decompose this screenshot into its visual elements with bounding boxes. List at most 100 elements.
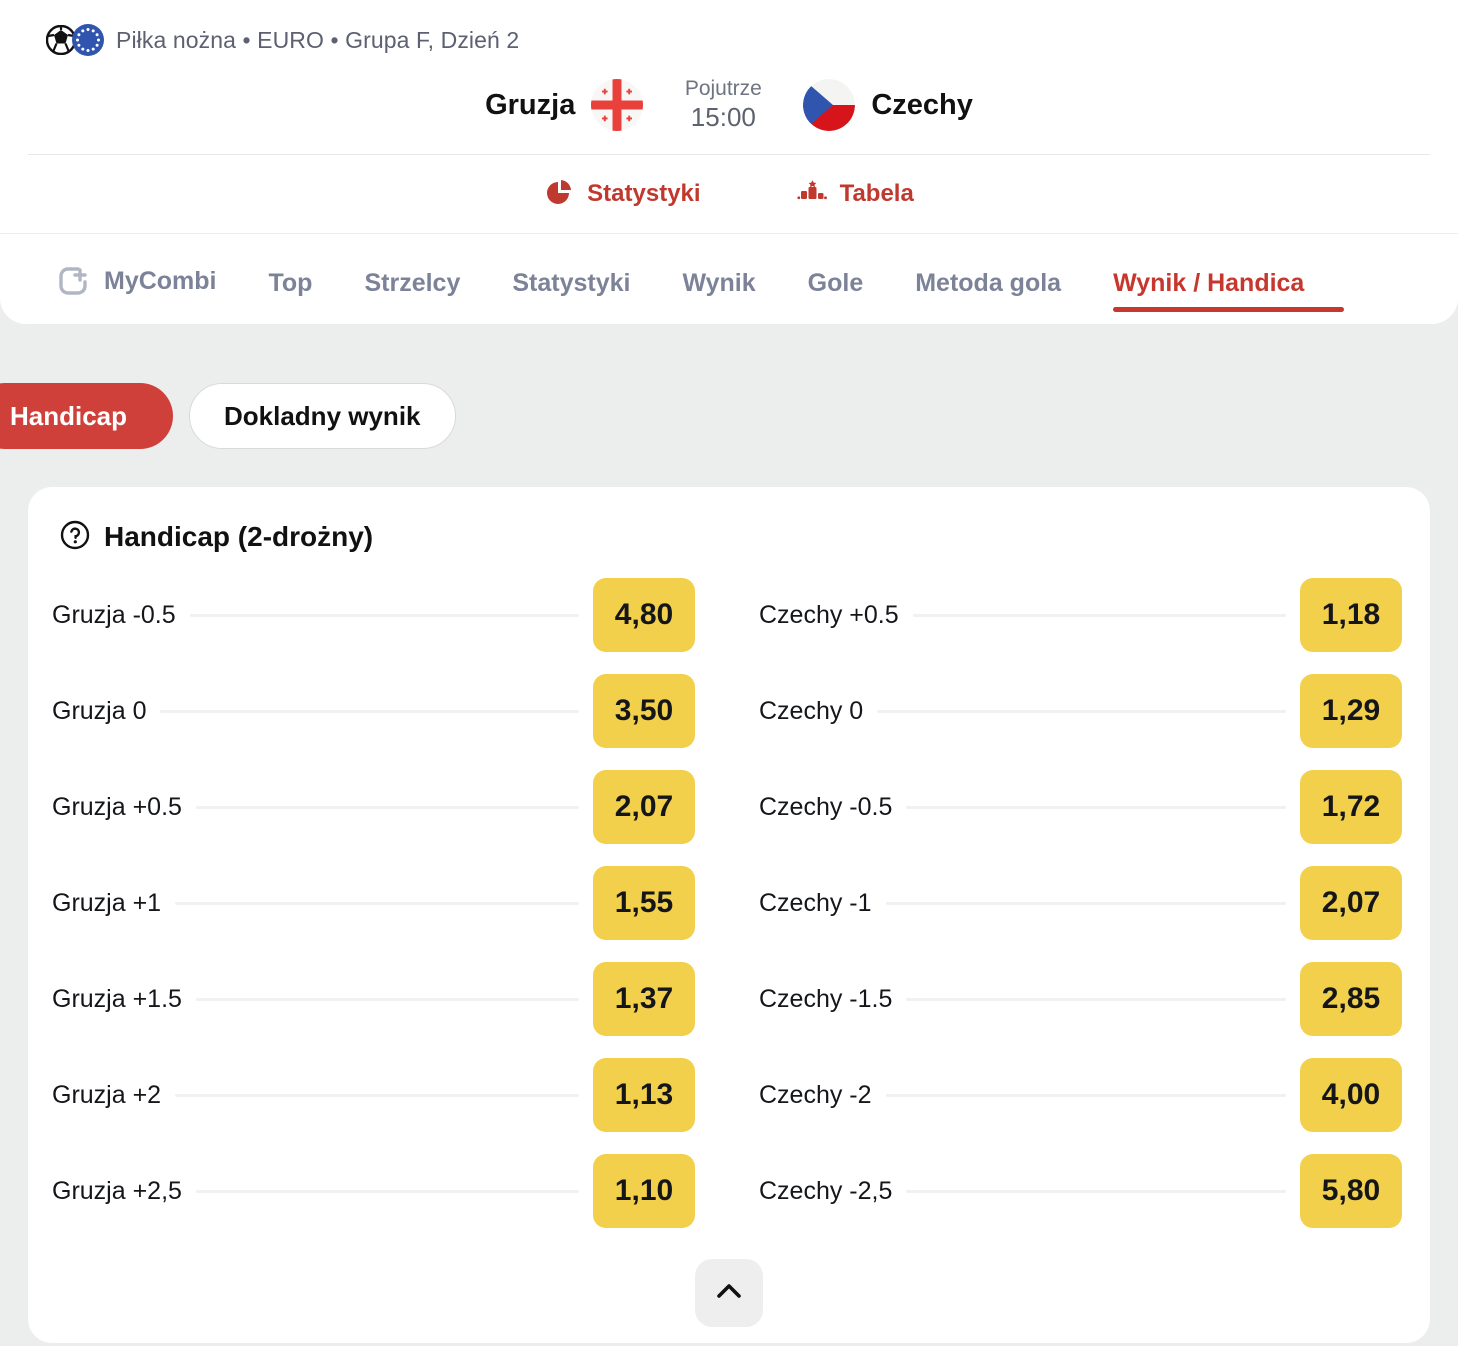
tab-mycombi-label: MyCombi bbox=[104, 266, 217, 295]
odds-leader-line bbox=[195, 1189, 579, 1193]
odds-value-button[interactable]: 4,00 bbox=[1300, 1058, 1402, 1132]
odds-label: Czechy -1.5 bbox=[759, 984, 893, 1013]
odds-label: Czechy -2,5 bbox=[759, 1176, 893, 1205]
odds-row[interactable]: Gruzja -0.5 4,80 bbox=[52, 567, 695, 663]
pie-chart-icon bbox=[544, 177, 574, 212]
odds-leader-line bbox=[195, 997, 579, 1001]
odds-row[interactable]: Czechy -2,5 5,80 bbox=[759, 1143, 1402, 1239]
odds-value-button[interactable]: 1,29 bbox=[1300, 674, 1402, 748]
kickoff-info: Pojutrze 15:00 bbox=[665, 77, 781, 132]
filter-pill-handicap[interactable]: Handicap bbox=[0, 383, 173, 449]
odds-value-button[interactable]: 2,85 bbox=[1300, 962, 1402, 1036]
odds-label: Czechy -1 bbox=[759, 888, 872, 917]
odds-label: Czechy 0 bbox=[759, 696, 864, 725]
match-summary[interactable]: Gruzja Pojutrze 15:00 Czechy bbox=[0, 56, 1458, 148]
odds-value-button[interactable]: 2,07 bbox=[1300, 866, 1402, 940]
match-header-card: Piłka nożna • EURO • Grupa F, Dzień 2 Gr… bbox=[0, 0, 1458, 324]
odds-value-button[interactable]: 4,80 bbox=[593, 578, 695, 652]
tab-statystyki-label: Statystyki bbox=[512, 269, 631, 297]
odds-row[interactable]: Czechy -1 2,07 bbox=[759, 855, 1402, 951]
tab-gole-label: Gole bbox=[807, 269, 864, 297]
odds-row[interactable]: Czechy -0.5 1,72 bbox=[759, 759, 1402, 855]
odds-row[interactable]: Czechy 0 1,29 bbox=[759, 663, 1402, 759]
statistics-link[interactable]: Statystyki bbox=[544, 177, 701, 212]
odds-value-button[interactable]: 1,37 bbox=[593, 962, 695, 1036]
odds-leader-line bbox=[195, 805, 579, 809]
odds-row[interactable]: Czechy -2 4,00 bbox=[759, 1047, 1402, 1143]
collapse-area bbox=[28, 1259, 1430, 1327]
odds-value-button[interactable]: 1,13 bbox=[593, 1058, 695, 1132]
georgia-flag-icon bbox=[591, 79, 644, 131]
odds-row[interactable]: Gruzja +1 1,55 bbox=[52, 855, 695, 951]
odds-label: Gruzja -0.5 bbox=[52, 600, 176, 629]
odds-row[interactable]: Gruzja +0.5 2,07 bbox=[52, 759, 695, 855]
odds-value-button[interactable]: 1,18 bbox=[1300, 578, 1402, 652]
odds-row[interactable]: Gruzja +1.5 1,37 bbox=[52, 951, 695, 1047]
market-filter-pills: Handicap Dokladny wynik bbox=[0, 383, 456, 449]
table-link-label: Tabela bbox=[839, 180, 914, 207]
odds-label: Gruzja +1.5 bbox=[52, 984, 182, 1013]
odds-leader-line bbox=[877, 709, 1286, 713]
filter-pill-dokladny-wynik-label: Dokladny wynik bbox=[224, 400, 421, 431]
odds-leader-line bbox=[885, 1093, 1286, 1097]
table-link[interactable]: Tabela bbox=[797, 177, 914, 212]
czechia-flag-icon bbox=[803, 79, 856, 131]
odds-row[interactable]: Gruzja +2 1,13 bbox=[52, 1047, 695, 1143]
tab-wynik-label: Wynik bbox=[682, 269, 756, 297]
tab-wynik-handicap-label: Wynik / Handica bbox=[1113, 269, 1305, 297]
odds-label: Czechy +0.5 bbox=[759, 600, 899, 629]
odds-leader-line bbox=[885, 901, 1286, 905]
tab-wynik[interactable]: Wynik bbox=[682, 269, 755, 324]
odds-leader-line bbox=[175, 901, 579, 905]
statistics-link-label: Statystyki bbox=[587, 180, 701, 207]
tab-wynik-handicap[interactable]: Wynik / Handica bbox=[1113, 269, 1345, 324]
collapse-market-button[interactable] bbox=[695, 1259, 763, 1327]
odds-label: Gruzja 0 bbox=[52, 696, 147, 725]
filter-pill-handicap-label: Handicap bbox=[9, 400, 128, 431]
kickoff-day: Pojutrze bbox=[684, 77, 762, 101]
tab-top[interactable]: Top bbox=[269, 269, 313, 324]
question-circle-icon[interactable] bbox=[60, 520, 90, 555]
odds-label: Gruzja +1 bbox=[52, 888, 162, 917]
odds-row[interactable]: Gruzja +2,5 1,10 bbox=[52, 1143, 695, 1239]
odds-leader-line bbox=[189, 613, 579, 617]
tab-statystyki[interactable]: Statystyki bbox=[512, 269, 630, 324]
home-team-name: Gruzja bbox=[485, 88, 576, 121]
filter-pill-dokladny-wynik[interactable]: Dokladny wynik bbox=[189, 383, 456, 449]
mycombi-add-icon bbox=[56, 264, 90, 298]
tab-top-label: Top bbox=[268, 269, 313, 297]
odds-value-button[interactable]: 1,72 bbox=[1300, 770, 1402, 844]
odds-leader-line bbox=[906, 997, 1286, 1001]
odds-value-button[interactable]: 1,55 bbox=[593, 866, 695, 940]
odds-value-button[interactable]: 5,80 bbox=[1300, 1154, 1402, 1228]
odds-row[interactable]: Czechy -1.5 2,85 bbox=[759, 951, 1402, 1047]
breadcrumb-label: Piłka nożna • EURO • Grupa F, Dzień 2 bbox=[116, 26, 520, 53]
odds-leader-line bbox=[175, 1093, 579, 1097]
tab-strzelcy-label: Strzelcy bbox=[364, 269, 461, 297]
odds-leader-line bbox=[906, 805, 1286, 809]
odds-leader-line bbox=[912, 613, 1286, 617]
tab-metoda-gola-label: Metoda gola bbox=[915, 269, 1062, 297]
odds-value-button[interactable]: 3,50 bbox=[593, 674, 695, 748]
tab-mycombi[interactable]: MyCombi bbox=[56, 264, 217, 324]
odds-leader-line bbox=[160, 709, 579, 713]
sub-actions-bar: Statystyki Tabela bbox=[0, 155, 1458, 233]
odds-label: Czechy -2 bbox=[759, 1080, 872, 1109]
market-title-label: Handicap (2-drożny) bbox=[104, 521, 374, 552]
chevron-up-icon bbox=[712, 1275, 746, 1312]
odds-row[interactable]: Gruzja 0 3,50 bbox=[52, 663, 695, 759]
handicap-market-card: Handicap (2-drożny) Gruzja -0.5 4,80 Cze… bbox=[28, 487, 1430, 1343]
tab-gole[interactable]: Gole bbox=[808, 269, 864, 324]
euro-stars-icon bbox=[72, 24, 104, 61]
tab-strzelcy[interactable]: Strzelcy bbox=[364, 269, 460, 324]
breadcrumb-icons bbox=[45, 24, 106, 56]
odds-row[interactable]: Czechy +0.5 1,18 bbox=[759, 567, 1402, 663]
odds-value-button[interactable]: 2,07 bbox=[593, 770, 695, 844]
handicap-odds-grid: Gruzja -0.5 4,80 Czechy +0.5 1,18 Gruzja… bbox=[28, 561, 1430, 1239]
odds-value-button[interactable]: 1,10 bbox=[593, 1154, 695, 1228]
odds-label: Gruzja +2,5 bbox=[52, 1176, 182, 1205]
tab-metoda-gola[interactable]: Metoda gola bbox=[915, 269, 1061, 324]
breadcrumb[interactable]: Piłka nożna • EURO • Grupa F, Dzień 2 bbox=[0, 0, 1458, 56]
kickoff-time: 15:00 bbox=[690, 102, 756, 133]
podium-icon bbox=[797, 177, 827, 212]
